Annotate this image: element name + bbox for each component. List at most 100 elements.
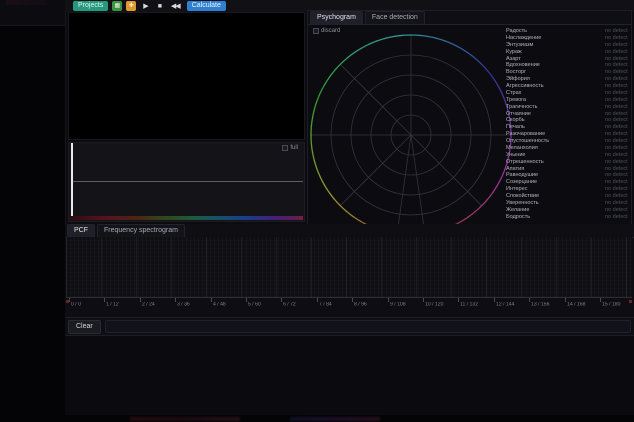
image-button[interactable]: ▦ xyxy=(112,1,122,11)
emotion-name: Энтузиазм xyxy=(506,42,533,48)
psychogram-chart-area xyxy=(308,21,516,227)
video-preview xyxy=(68,12,305,140)
waveform-panel[interactable]: full xyxy=(68,142,305,222)
emotion-row: Скорбь no detect xyxy=(506,117,628,123)
emotion-value: no detect xyxy=(605,76,628,82)
tick-label: 13 / 156 xyxy=(531,302,549,307)
emotion-name: Скорбь xyxy=(506,118,525,124)
emotion-name: Отчаяние xyxy=(506,111,531,117)
emotion-name: Меланхолия xyxy=(506,145,538,151)
emotion-row: Восторг no detect xyxy=(506,69,628,75)
emotion-value: no detect xyxy=(605,69,628,75)
emotion-name: Уныние xyxy=(506,152,525,158)
app-window: Projects ▦ ✚ ▶ ■ ◀◀ Calculate full xyxy=(0,0,634,422)
spectrum-legend xyxy=(70,216,303,220)
emotion-name: Опустошенность xyxy=(506,138,549,144)
stop-button[interactable]: ■ xyxy=(155,1,164,11)
strip-artifact-blue xyxy=(290,417,380,421)
emotion-row: Тревога no detect xyxy=(506,97,628,103)
emotion-name: Кураж xyxy=(506,49,522,55)
clear-bar: Clear xyxy=(65,318,634,336)
emotion-row: Интерес no detect xyxy=(506,186,628,192)
emotion-row: Спокойствие no detect xyxy=(506,193,628,199)
waveform-zero-line xyxy=(73,181,303,182)
strip-artifact-red xyxy=(130,417,240,421)
emotion-row: Уверенность no detect xyxy=(506,200,628,206)
emotion-row: Меланхолия no detect xyxy=(506,145,628,151)
emotion-row: Разочарование no detect xyxy=(506,131,628,137)
emotion-value: no detect xyxy=(605,138,628,144)
emotion-row: Отрешенность no detect xyxy=(506,159,628,165)
rewind-icon: ◀◀ xyxy=(171,3,180,10)
emotion-name: Агрессивность xyxy=(506,83,544,89)
emotion-value: no detect xyxy=(605,104,628,110)
results-area xyxy=(65,336,634,415)
emotion-value: no detect xyxy=(605,97,628,103)
rewind-button[interactable]: ◀◀ xyxy=(168,1,183,11)
spectrogram-tabbar: PCF Frequency spectrogram xyxy=(65,224,634,238)
stop-icon: ■ xyxy=(158,3,161,10)
emotion-value: no detect xyxy=(605,49,628,55)
emotion-name: Разочарование xyxy=(506,131,545,137)
tick-mark xyxy=(565,298,566,302)
calculate-button[interactable]: Calculate xyxy=(187,1,226,11)
spectrogram-tab[interactable]: Frequency spectrogram xyxy=(97,224,185,237)
emotion-name: Апатия xyxy=(506,166,524,172)
tick-label: 11 / 132 xyxy=(460,302,478,307)
tick-label: 14 / 168 xyxy=(567,302,585,307)
tick-mark xyxy=(600,298,601,302)
tick-label: 3 / 36 xyxy=(177,302,190,307)
emotion-name: Вдохновение xyxy=(506,63,540,69)
tick-label: 10 / 120 xyxy=(425,302,443,307)
emotion-list: Радость no detect Наслаждение no detect … xyxy=(506,28,628,220)
emotion-row: Радость no detect xyxy=(506,28,628,34)
emotion-value: no detect xyxy=(605,90,628,96)
emotion-name: Восторг xyxy=(506,69,526,75)
emotion-row: Опустошенность no detect xyxy=(506,138,628,144)
emotion-name: Трагичность xyxy=(506,104,537,110)
emotion-row: Желание no detect xyxy=(506,207,628,213)
tick-label: 4 / 48 xyxy=(213,302,226,307)
emotion-name: Отрешенность xyxy=(506,159,544,165)
emotion-value: no detect xyxy=(605,173,628,179)
emotion-name: Уверенность xyxy=(506,200,539,206)
emotion-name: Страх xyxy=(506,90,521,96)
psychogram-panel: Psychogram Face detection discard Радост… xyxy=(307,10,632,227)
emotion-row: Страх no detect xyxy=(506,90,628,96)
tick-label: 6 / 72 xyxy=(283,302,296,307)
emotion-row: Апатия no detect xyxy=(506,166,628,172)
add-icon: ✚ xyxy=(129,2,134,10)
emotion-value: no detect xyxy=(605,56,628,62)
axis-marker-right xyxy=(629,300,632,303)
tick-label: 2 / 24 xyxy=(142,302,155,307)
spectrogram-section: PCF Frequency spectrogram 0 / 0 1 / 12 xyxy=(65,224,634,318)
spectrogram-x-axis: 0 / 0 1 / 12 2 / 24 3 / 36 xyxy=(66,297,632,316)
emotion-name: Эйфория xyxy=(506,76,530,82)
image-icon: ▦ xyxy=(114,2,120,10)
emotion-value: no detect xyxy=(605,131,628,137)
emotion-value: no detect xyxy=(605,145,628,151)
projects-button[interactable]: Projects xyxy=(73,1,108,11)
emotion-row: Отчаяние no detect xyxy=(506,111,628,117)
emotion-name: Равнодушие xyxy=(506,173,538,179)
add-button[interactable]: ✚ xyxy=(126,1,136,11)
tick-mark xyxy=(211,298,212,302)
emotion-row: Кураж no detect xyxy=(506,49,628,55)
clear-button[interactable]: Clear xyxy=(68,320,101,334)
emotion-name: Азарт xyxy=(506,56,521,62)
window-title xyxy=(6,0,46,5)
emotion-value: no detect xyxy=(605,63,628,69)
emotion-row: Печаль no detect xyxy=(506,124,628,130)
tick-mark xyxy=(246,298,247,302)
full-checkbox[interactable]: full xyxy=(282,145,298,151)
clear-field[interactable] xyxy=(105,320,631,333)
emotion-value: no detect xyxy=(605,28,628,34)
emotion-name: Тревога xyxy=(506,97,526,103)
spectrogram-tab[interactable]: PCF xyxy=(67,224,95,237)
tick-label: 1 / 12 xyxy=(106,302,119,307)
psychogram-chart xyxy=(308,21,516,227)
bottom-strip xyxy=(0,415,634,422)
emotion-value: no detect xyxy=(605,214,628,220)
spectrogram-plot[interactable] xyxy=(66,237,632,297)
play-button[interactable]: ▶ xyxy=(140,1,150,11)
